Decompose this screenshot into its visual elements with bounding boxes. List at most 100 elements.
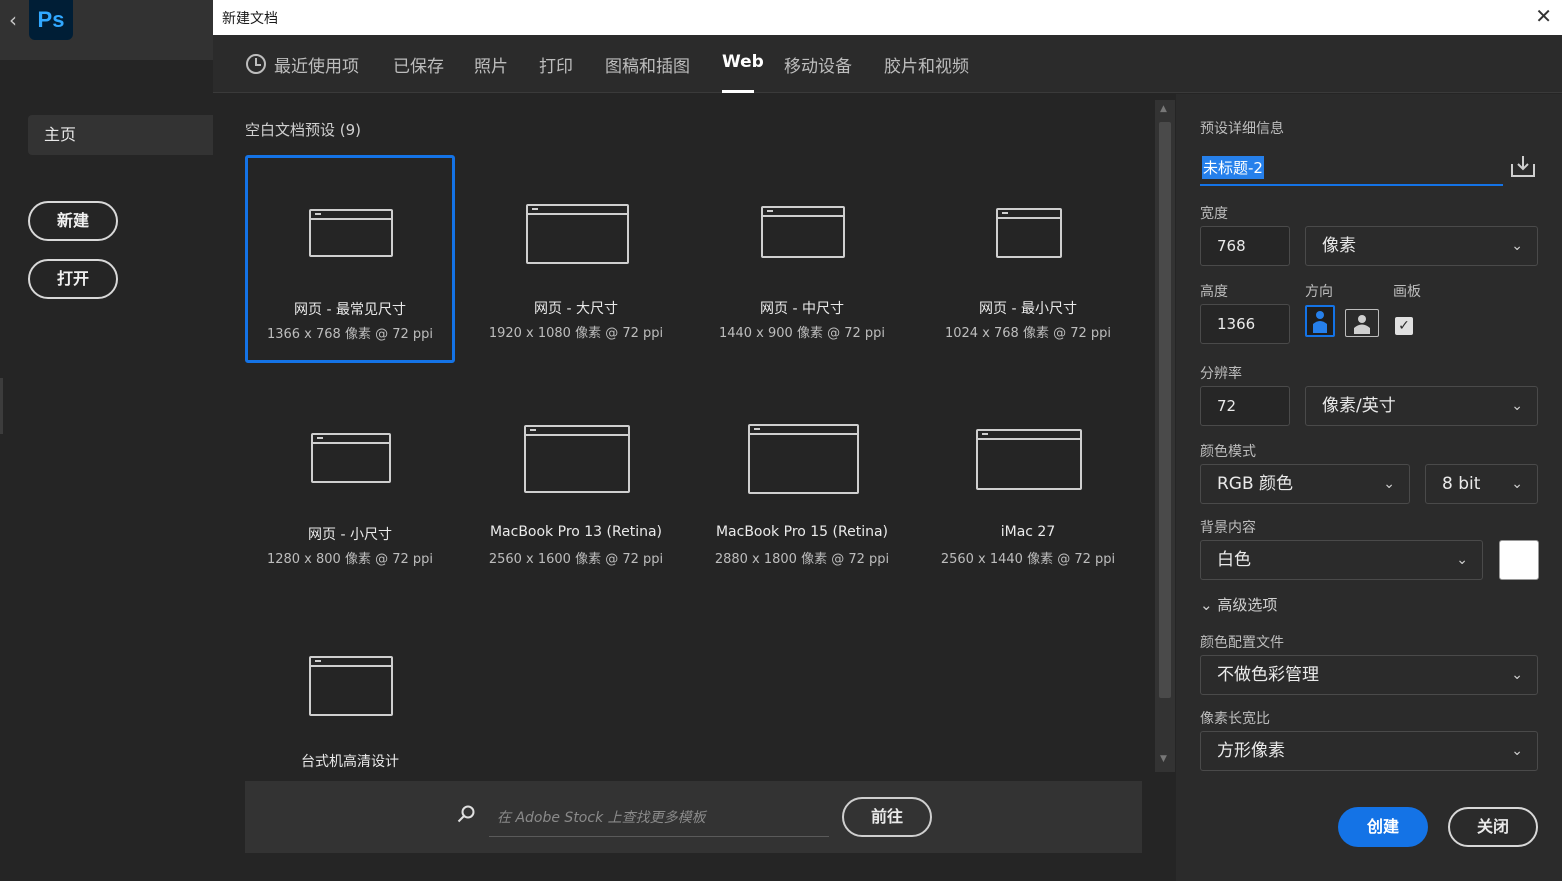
- preset-card[interactable]: 网页 - 小尺寸 1280 x 800 像素 @ 72 ppi: [245, 381, 455, 589]
- tab-print[interactable]: 打印: [539, 52, 573, 77]
- scrollbar-thumb[interactable]: [1159, 122, 1171, 698]
- height-label: 高度: [1200, 284, 1228, 300]
- preset-name: MacBook Pro 13 (Retina): [489, 524, 663, 540]
- preset-name: 网页 - 中尺寸: [760, 301, 844, 317]
- background-label: 背景内容: [1200, 520, 1256, 536]
- advanced-options-label: 高级选项: [1217, 596, 1278, 614]
- document-thumbnail-icon: [524, 425, 630, 493]
- close-button[interactable]: 关闭: [1448, 807, 1538, 847]
- sidebar-edge-marker: [0, 378, 3, 434]
- chevron-down-icon: ⌄: [1456, 552, 1468, 568]
- dialog-titlebar: 新建文档 ✕: [213, 0, 1562, 35]
- document-thumbnail-icon: [311, 433, 391, 483]
- color-mode-value: RGB 颜色: [1217, 474, 1294, 494]
- width-input[interactable]: 768: [1200, 226, 1290, 266]
- resolution-unit-value: 像素/英寸: [1322, 396, 1396, 416]
- background-dropdown[interactable]: 白色 ⌄: [1200, 540, 1483, 580]
- document-thumbnail-icon: [309, 209, 393, 257]
- tab-mobile[interactable]: 移动设备: [784, 52, 852, 77]
- new-button[interactable]: 新建: [28, 201, 118, 241]
- tab-recent[interactable]: 最近使用项: [274, 52, 359, 77]
- preset-name: iMac 27: [1000, 524, 1056, 540]
- tab-web[interactable]: Web: [722, 52, 764, 72]
- width-unit-dropdown[interactable]: 像素 ⌄: [1305, 226, 1538, 266]
- chevron-down-icon: ⌄: [1511, 667, 1523, 683]
- pixel-aspect-value: 方形像素: [1217, 741, 1285, 761]
- preset-name: 网页 - 小尺寸: [308, 527, 392, 543]
- chevron-down-icon: ⌄: [1383, 476, 1395, 492]
- portrait-icon: [1313, 311, 1327, 333]
- scroll-up-icon[interactable]: ▲: [1160, 104, 1167, 114]
- preset-dimensions: 1920 x 1080 像素 @ 72 ppi: [488, 326, 664, 341]
- active-tab-indicator: [722, 90, 754, 93]
- preset-name: 网页 - 大尺寸: [534, 301, 618, 317]
- clock-icon: [246, 54, 266, 74]
- background-color-swatch[interactable]: [1499, 540, 1539, 580]
- document-thumbnail-icon: [309, 656, 393, 716]
- save-preset-icon[interactable]: [1510, 154, 1536, 178]
- preset-card[interactable]: MacBook Pro 13 (Retina) 2560 x 1600 像素 @…: [471, 381, 681, 589]
- background-value: 白色: [1217, 550, 1251, 570]
- height-input[interactable]: 1366: [1200, 304, 1290, 344]
- back-chevron-icon[interactable]: ‹: [9, 8, 17, 32]
- preset-card[interactable]: 网页 - 大尺寸 1920 x 1080 像素 @ 72 ppi: [471, 155, 681, 363]
- preset-name: 网页 - 最常见尺寸: [294, 302, 406, 318]
- resolution-input[interactable]: 72: [1200, 386, 1290, 426]
- create-button[interactable]: 创建: [1338, 807, 1428, 847]
- width-label: 宽度: [1200, 206, 1228, 222]
- color-mode-dropdown[interactable]: RGB 颜色 ⌄: [1200, 464, 1410, 504]
- preset-name: MacBook Pro 15 (Retina): [715, 524, 889, 540]
- document-thumbnail-icon: [761, 206, 845, 258]
- adobe-stock-search-bar: 在 Adobe Stock 上查找更多模板 前往: [245, 781, 1142, 853]
- color-profile-dropdown[interactable]: 不做色彩管理 ⌄: [1200, 655, 1538, 695]
- advanced-options-toggle[interactable]: ⌄ 高级选项: [1200, 594, 1277, 615]
- preset-dimensions: 1024 x 768 像素 @ 72 ppi: [944, 326, 1112, 341]
- pixel-aspect-dropdown[interactable]: 方形像素 ⌄: [1200, 731, 1538, 771]
- go-button[interactable]: 前往: [842, 797, 932, 837]
- stock-search-input[interactable]: 在 Adobe Stock 上查找更多模板: [489, 799, 829, 837]
- portrait-orientation-button[interactable]: [1305, 305, 1335, 337]
- home-sidebar: [0, 60, 213, 881]
- preset-card[interactable]: 网页 - 中尺寸 1440 x 900 像素 @ 72 ppi: [697, 155, 907, 363]
- document-name-field[interactable]: 未标题-2: [1200, 152, 1503, 186]
- presets-scrollbar[interactable]: ▲ ▼: [1155, 100, 1175, 772]
- preset-dimensions: 1366 x 768 像素 @ 72 ppi: [266, 327, 434, 342]
- nav-home[interactable]: 主页: [28, 115, 213, 155]
- document-thumbnail-icon: [976, 429, 1082, 490]
- preset-dimensions: 1440 x 900 像素 @ 72 ppi: [718, 326, 886, 341]
- artboard-checkbox[interactable]: ✓: [1395, 317, 1413, 335]
- tab-saved[interactable]: 已保存: [393, 52, 444, 77]
- document-thumbnail-icon: [748, 424, 859, 494]
- orientation-label: 方向: [1305, 284, 1333, 300]
- new-document-dialog: 新建文档 ✕ 最近使用项 已保存 照片 打印 图稿和插图 Web 移动设备 胶片…: [213, 0, 1562, 881]
- close-icon[interactable]: ✕: [1535, 4, 1552, 28]
- presets-title: 空白文档预设 (9): [245, 121, 362, 139]
- color-profile-label: 颜色配置文件: [1200, 635, 1284, 651]
- preset-card[interactable]: 网页 - 最常见尺寸 1366 x 768 像素 @ 72 ppi: [245, 155, 455, 363]
- preset-name: 网页 - 最小尺寸: [979, 301, 1077, 317]
- chevron-down-icon: ⌄: [1511, 398, 1523, 414]
- open-button[interactable]: 打开: [28, 259, 118, 299]
- presets-area: 空白文档预设 (9) 网页 - 最常见尺寸 1366 x 768 像素 @ 72…: [213, 94, 1176, 881]
- tab-film-video[interactable]: 胶片和视频: [884, 52, 969, 77]
- scroll-down-icon[interactable]: ▼: [1160, 754, 1167, 764]
- tab-art-illustration[interactable]: 图稿和插图: [605, 52, 690, 77]
- preset-name: 台式机高清设计: [301, 754, 399, 770]
- preset-dimensions: 1280 x 800 像素 @ 72 ppi: [266, 552, 434, 567]
- category-tabs: 最近使用项 已保存 照片 打印 图稿和插图 Web 移动设备 胶片和视频: [213, 35, 1562, 93]
- resolution-unit-dropdown[interactable]: 像素/英寸 ⌄: [1305, 386, 1538, 426]
- search-icon: [457, 805, 475, 823]
- preset-card[interactable]: iMac 27 2560 x 1440 像素 @ 72 ppi: [923, 381, 1133, 589]
- landscape-orientation-button[interactable]: [1345, 309, 1379, 337]
- color-mode-label: 颜色模式: [1200, 444, 1256, 460]
- preset-dimensions: 2880 x 1800 像素 @ 72 ppi: [714, 552, 890, 567]
- preset-card[interactable]: MacBook Pro 15 (Retina) 2880 x 1800 像素 @…: [697, 381, 907, 589]
- preset-card[interactable]: 网页 - 最小尺寸 1024 x 768 像素 @ 72 ppi: [923, 155, 1133, 363]
- home-header: ‹ Ps: [0, 0, 213, 60]
- tab-photo[interactable]: 照片: [474, 52, 508, 77]
- preset-dimensions: 2560 x 1440 像素 @ 72 ppi: [940, 552, 1116, 567]
- preset-dimensions: 2560 x 1600 像素 @ 72 ppi: [488, 552, 664, 567]
- landscape-icon: [1354, 315, 1370, 334]
- preset-details-panel: 预设详细信息 未标题-2 宽度 768 像素 ⌄ 高度 方向 画板 1366 ✓…: [1176, 94, 1562, 881]
- bit-depth-dropdown[interactable]: 8 bit ⌄: [1425, 464, 1538, 504]
